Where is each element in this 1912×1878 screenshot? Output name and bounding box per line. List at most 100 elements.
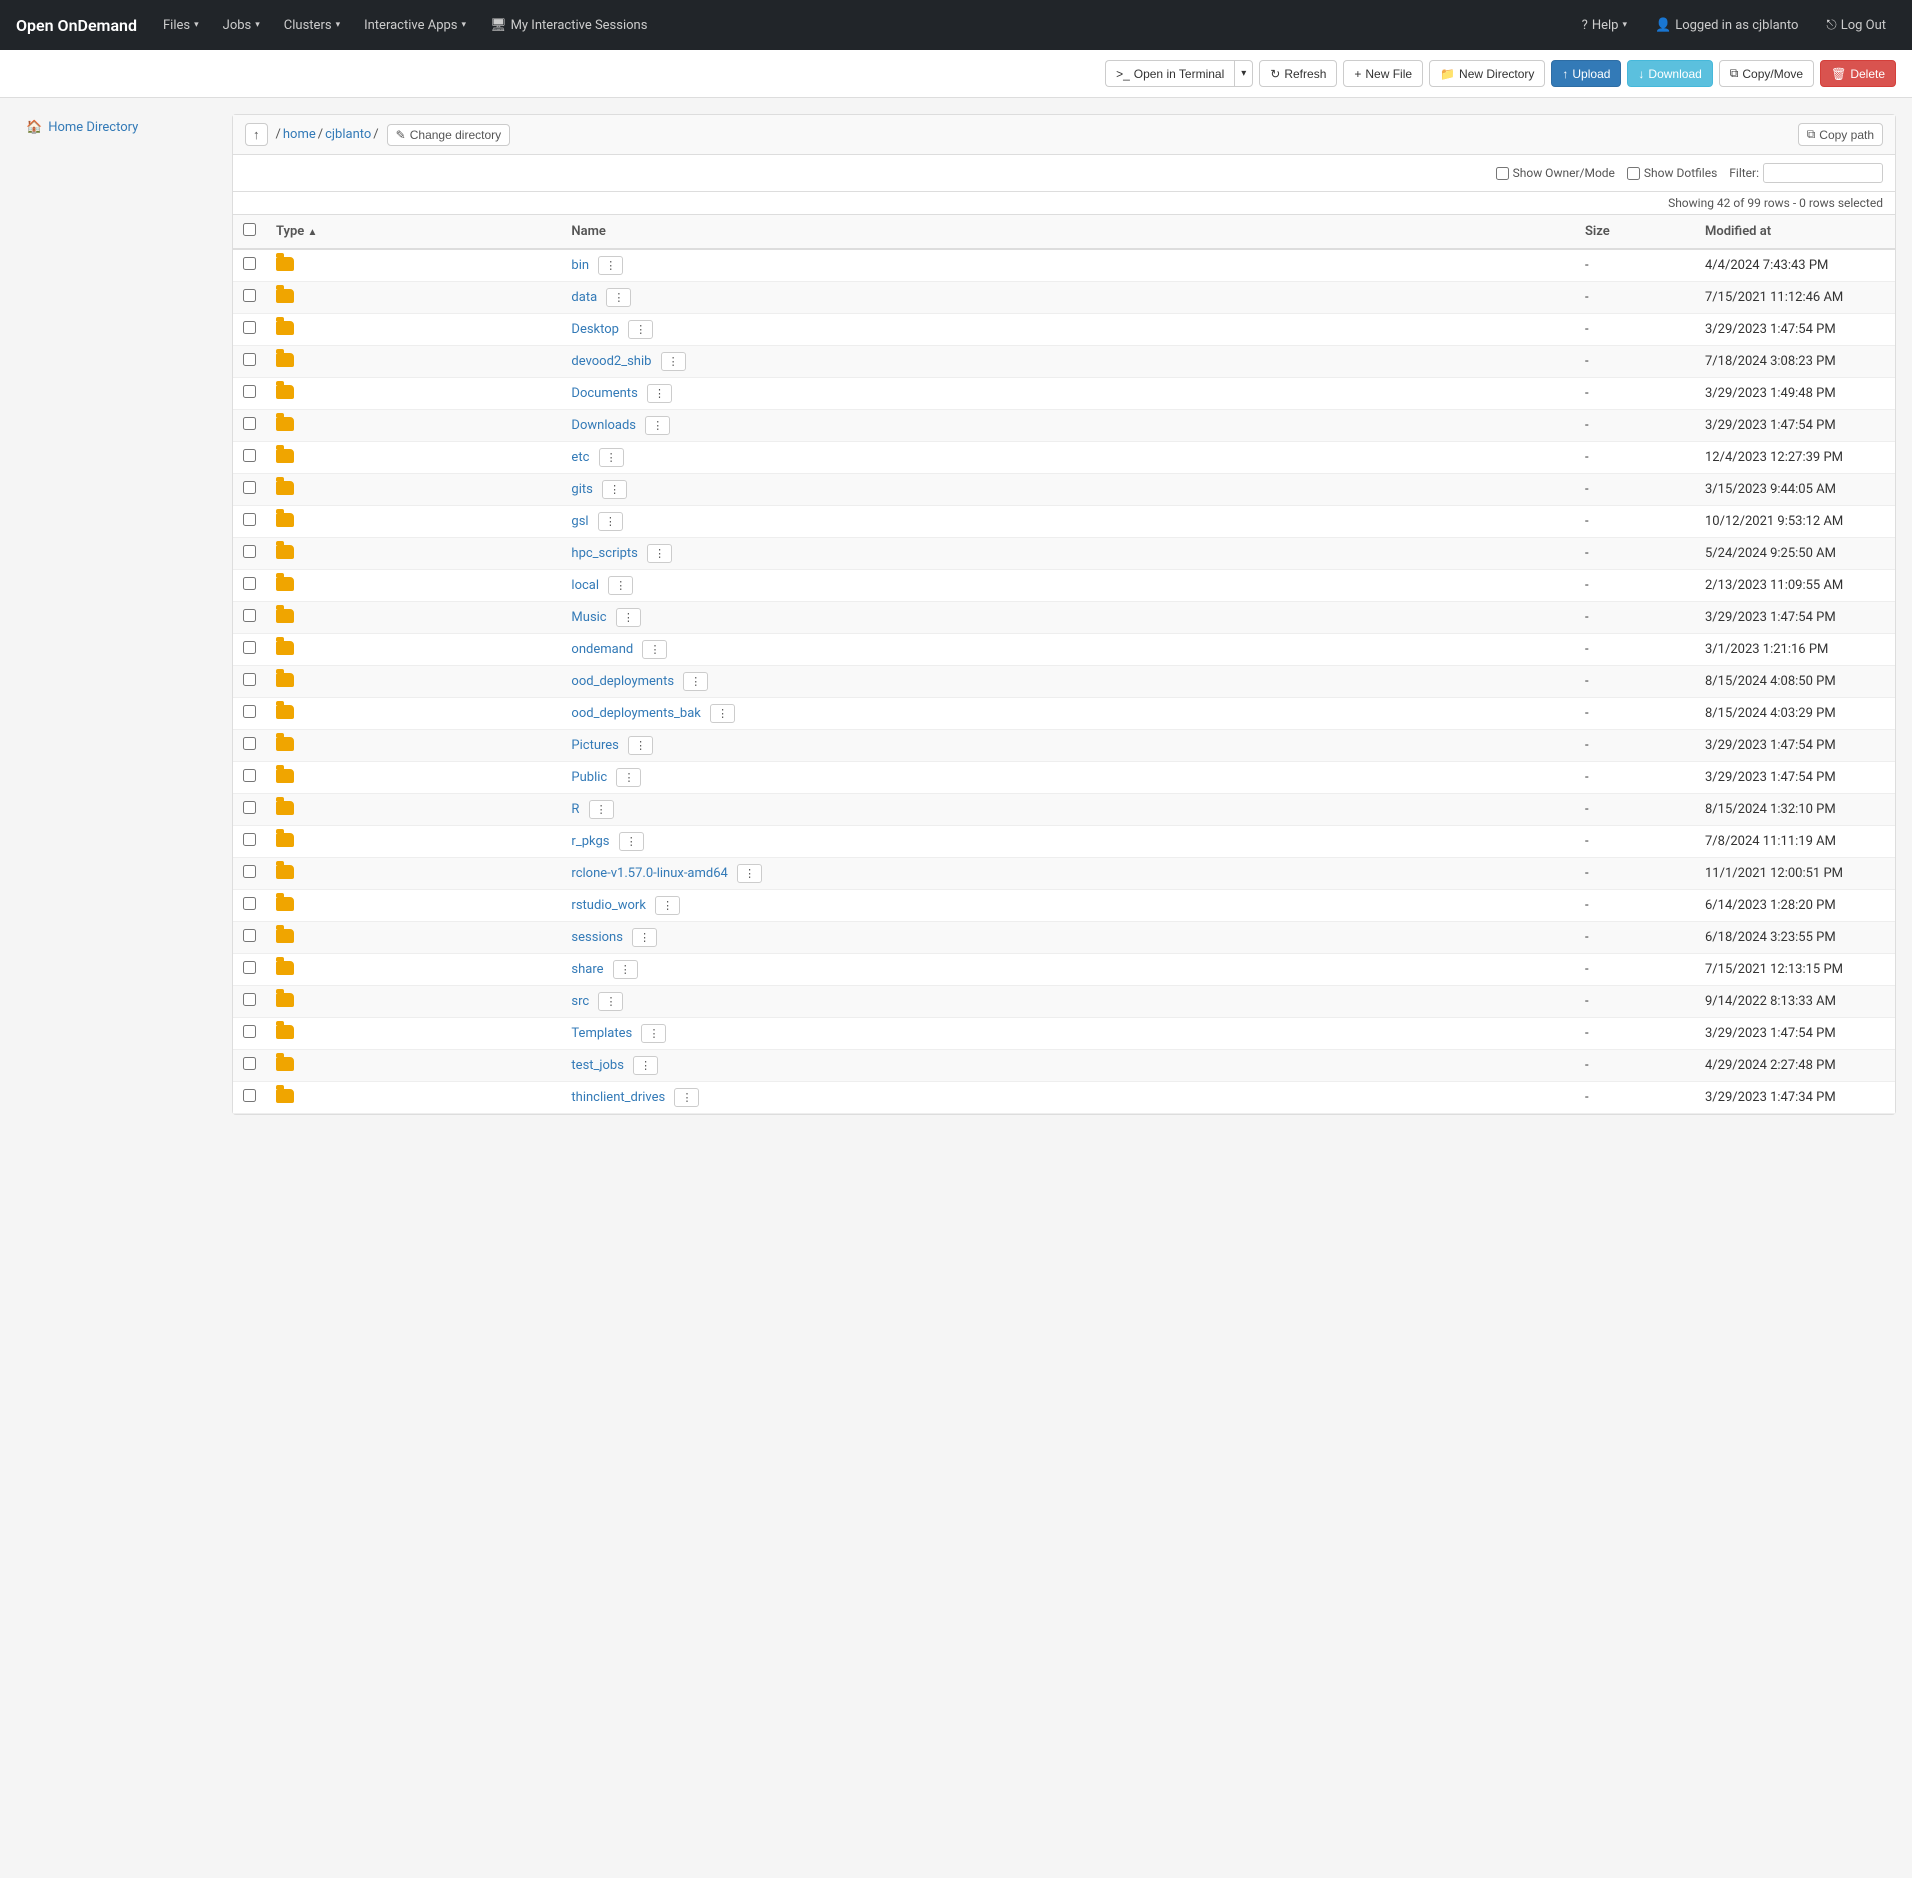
row-action-button[interactable]: ⋮: [710, 704, 735, 723]
file-link[interactable]: hpc_scripts: [571, 546, 637, 561]
row-checkbox[interactable]: [243, 1057, 256, 1070]
row-checkbox[interactable]: [243, 673, 256, 686]
file-link[interactable]: R: [571, 802, 579, 817]
file-link[interactable]: thinclient_drives: [571, 1090, 665, 1105]
modified-column-header[interactable]: Modified at: [1695, 215, 1895, 249]
file-link[interactable]: share: [571, 962, 603, 977]
refresh-button[interactable]: ↻ Refresh: [1259, 60, 1337, 87]
row-checkbox[interactable]: [243, 641, 256, 654]
select-all-checkbox[interactable]: [243, 223, 256, 236]
file-link[interactable]: Desktop: [571, 322, 619, 337]
file-link[interactable]: Downloads: [571, 418, 636, 433]
nav-my-interactive-sessions[interactable]: 🖥 My Interactive Sessions: [480, 12, 657, 39]
nav-help[interactable]: ? Help ▾: [1572, 12, 1637, 39]
row-action-button[interactable]: ⋮: [628, 736, 653, 755]
file-link[interactable]: Public: [571, 770, 607, 785]
file-link[interactable]: etc: [571, 450, 589, 465]
file-link[interactable]: Templates: [571, 1026, 632, 1041]
row-action-button[interactable]: ⋮: [647, 544, 672, 563]
row-checkbox[interactable]: [243, 321, 256, 334]
file-link[interactable]: gsl: [571, 514, 588, 529]
row-action-button[interactable]: ⋮: [655, 896, 680, 915]
row-action-button[interactable]: ⋮: [598, 256, 623, 275]
row-action-button[interactable]: ⋮: [598, 512, 623, 531]
row-checkbox[interactable]: [243, 257, 256, 270]
row-action-button[interactable]: ⋮: [613, 960, 638, 979]
row-action-button[interactable]: ⋮: [599, 448, 624, 467]
file-link[interactable]: ood_deployments_bak: [571, 706, 700, 721]
row-checkbox[interactable]: [243, 513, 256, 526]
row-action-button[interactable]: ⋮: [619, 832, 644, 851]
file-link[interactable]: Documents: [571, 386, 637, 401]
row-action-button[interactable]: ⋮: [647, 384, 672, 403]
file-link[interactable]: r_pkgs: [571, 834, 609, 849]
row-checkbox[interactable]: [243, 993, 256, 1006]
show-dotfiles-label[interactable]: Show Dotfiles: [1627, 166, 1717, 180]
row-action-button[interactable]: ⋮: [608, 576, 633, 595]
row-action-button[interactable]: ⋮: [641, 1024, 666, 1043]
row-checkbox[interactable]: [243, 897, 256, 910]
row-action-button[interactable]: ⋮: [737, 864, 762, 883]
file-link[interactable]: ondemand: [571, 642, 633, 657]
copy-move-button[interactable]: ⧉ Copy/Move: [1719, 60, 1814, 87]
row-action-button[interactable]: ⋮: [642, 640, 667, 659]
row-checkbox[interactable]: [243, 353, 256, 366]
show-owner-mode-label[interactable]: Show Owner/Mode: [1496, 166, 1615, 180]
change-directory-button[interactable]: ✎ Change directory: [387, 124, 510, 146]
row-checkbox[interactable]: [243, 385, 256, 398]
file-link[interactable]: ood_deployments: [571, 674, 674, 689]
show-dotfiles-checkbox[interactable]: [1627, 167, 1640, 180]
nav-files[interactable]: Files ▾: [153, 12, 209, 39]
row-checkbox[interactable]: [243, 417, 256, 430]
copy-path-button[interactable]: ⧉ Copy path: [1798, 123, 1883, 146]
name-column-header[interactable]: Name: [561, 215, 1575, 249]
row-checkbox[interactable]: [243, 1089, 256, 1102]
row-checkbox[interactable]: [243, 1025, 256, 1038]
show-owner-mode-checkbox[interactable]: [1496, 167, 1509, 180]
row-action-button[interactable]: ⋮: [606, 288, 631, 307]
file-link[interactable]: devood2_shib: [571, 354, 651, 369]
file-link[interactable]: rclone-v1.57.0-linux-amd64: [571, 866, 727, 881]
row-action-button[interactable]: ⋮: [645, 416, 670, 435]
breadcrumb-user-link[interactable]: cjblanto: [325, 127, 371, 142]
file-link[interactable]: rstudio_work: [571, 898, 645, 913]
row-checkbox[interactable]: [243, 481, 256, 494]
row-checkbox[interactable]: [243, 833, 256, 846]
file-link[interactable]: local: [571, 578, 599, 593]
row-action-button[interactable]: ⋮: [589, 800, 614, 819]
row-action-button[interactable]: ⋮: [628, 320, 653, 339]
nav-logout[interactable]: ⎋ Log Out: [1816, 12, 1896, 39]
row-checkbox[interactable]: [243, 577, 256, 590]
new-file-button[interactable]: + New File: [1343, 60, 1423, 87]
file-link[interactable]: bin: [571, 258, 589, 273]
row-action-button[interactable]: ⋮: [602, 480, 627, 499]
row-checkbox[interactable]: [243, 801, 256, 814]
type-column-header[interactable]: Type ▲: [266, 215, 561, 249]
nav-user[interactable]: 👤 Logged in as cjblanto: [1645, 12, 1808, 39]
row-checkbox[interactable]: [243, 769, 256, 782]
row-action-button[interactable]: ⋮: [674, 1088, 699, 1107]
up-directory-button[interactable]: ↑: [245, 123, 268, 146]
file-link[interactable]: sessions: [571, 930, 623, 945]
size-column-header[interactable]: Size: [1575, 215, 1695, 249]
delete-button[interactable]: 🗑 Delete: [1820, 60, 1896, 87]
row-action-button[interactable]: ⋮: [598, 992, 623, 1011]
open-terminal-dropdown-button[interactable]: ▾: [1234, 60, 1253, 87]
row-checkbox[interactable]: [243, 289, 256, 302]
file-link[interactable]: data: [571, 290, 597, 305]
file-link[interactable]: gits: [571, 482, 592, 497]
file-link[interactable]: test_jobs: [571, 1058, 624, 1073]
sidebar-item-home-directory[interactable]: 🏠 Home Directory: [16, 114, 216, 141]
row-action-button[interactable]: ⋮: [632, 928, 657, 947]
row-checkbox[interactable]: [243, 929, 256, 942]
row-checkbox[interactable]: [243, 705, 256, 718]
open-terminal-button[interactable]: >_ Open in Terminal: [1105, 60, 1234, 87]
row-checkbox[interactable]: [243, 545, 256, 558]
file-link[interactable]: src: [571, 994, 589, 1009]
row-action-button[interactable]: ⋮: [661, 352, 686, 371]
filter-input[interactable]: [1763, 163, 1883, 183]
row-action-button[interactable]: ⋮: [616, 608, 641, 627]
upload-button[interactable]: ↑ Upload: [1551, 60, 1621, 87]
row-checkbox[interactable]: [243, 961, 256, 974]
new-directory-button[interactable]: 📁 New Directory: [1429, 60, 1545, 87]
